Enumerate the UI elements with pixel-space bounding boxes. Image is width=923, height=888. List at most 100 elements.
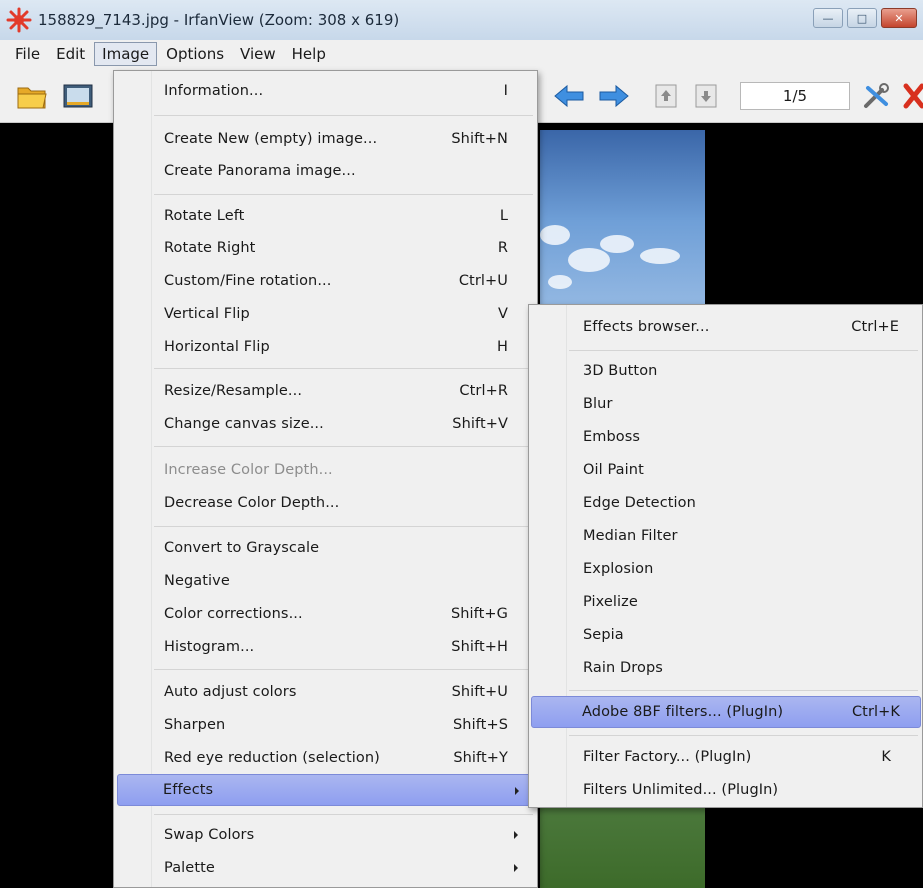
menu-item-create-panorama[interactable]: Create Panorama image...: [116, 155, 536, 187]
menu-item-pixelize[interactable]: Pixelize: [531, 586, 921, 618]
menu-item-sharpen[interactable]: Sharpen Shift+S: [116, 709, 536, 741]
menu-item-label: Change canvas size...: [164, 416, 324, 432]
menu-item-custom-rotation[interactable]: Custom/Fine rotation... Ctrl+U: [116, 265, 536, 297]
menu-item-label: Emboss: [583, 429, 641, 445]
menu-item-emboss[interactable]: Emboss: [531, 421, 921, 453]
page-indicator-field[interactable]: 1/5: [740, 82, 850, 110]
open-folder-icon[interactable]: [16, 82, 47, 110]
menu-item-label: Explosion: [583, 561, 654, 577]
menu-item-shortcut: K: [881, 749, 891, 765]
effects-submenu: Effects browser... Ctrl+E 3D Button Blur…: [528, 304, 923, 808]
menu-item-rotate-left[interactable]: Rotate Left L: [116, 200, 536, 232]
menu-item-label: Edge Detection: [583, 495, 696, 511]
menu-item-effects-browser[interactable]: Effects browser... Ctrl+E: [531, 311, 921, 343]
menu-item-effects[interactable]: Effects: [117, 774, 534, 806]
menu-item-information[interactable]: Information... I: [116, 75, 536, 107]
menu-item-oil-paint[interactable]: Oil Paint: [531, 454, 921, 486]
exit-icon[interactable]: [902, 82, 923, 110]
menu-item-rotate-right[interactable]: Rotate Right R: [116, 232, 536, 264]
menu-item-label: Palette: [164, 860, 215, 876]
menu-item-swap-colors[interactable]: Swap Colors: [116, 819, 536, 851]
menu-item-label: Pixelize: [583, 594, 638, 610]
menu-item-label: Custom/Fine rotation...: [164, 273, 332, 289]
menu-item-convert-grayscale[interactable]: Convert to Grayscale: [116, 532, 536, 564]
menu-item-filter-factory[interactable]: Filter Factory... (PlugIn) K: [531, 741, 921, 773]
menu-item-negative[interactable]: Negative: [116, 565, 536, 597]
menu-item-resize-resample[interactable]: Resize/Resample... Ctrl+R: [116, 375, 536, 407]
close-button[interactable]: ✕: [881, 8, 917, 28]
menu-item-shortcut: Ctrl+U: [458, 273, 508, 289]
menu-item-label: Filter Factory... (PlugIn): [583, 749, 752, 765]
menu-item-label: Resize/Resample...: [164, 383, 303, 399]
menu-item-label: Median Filter: [583, 528, 678, 544]
menu-separator: [154, 446, 533, 447]
menu-item-shortcut: L: [499, 208, 508, 224]
menu-item-filters-unlimited[interactable]: Filters Unlimited... (PlugIn): [531, 774, 921, 806]
menu-separator: [154, 194, 533, 195]
menu-item-palette[interactable]: Palette: [116, 852, 536, 884]
menu-item-blur[interactable]: Blur: [531, 388, 921, 420]
menu-help[interactable]: Help: [285, 43, 333, 65]
arrow-left-icon[interactable]: [553, 82, 584, 110]
menu-item-adobe-8bf-filters[interactable]: Adobe 8BF filters... (PlugIn) Ctrl+K: [531, 696, 921, 728]
menu-item-color-corrections[interactable]: Color corrections... Shift+G: [116, 598, 536, 630]
menu-item-label: Sharpen: [164, 717, 226, 733]
menu-separator: [569, 350, 918, 351]
menu-item-label: Effects browser...: [583, 319, 710, 335]
menu-item-decrease-color-depth[interactable]: Decrease Color Depth...: [116, 487, 536, 519]
menu-item-vertical-flip[interactable]: Vertical Flip V: [116, 298, 536, 330]
menu-item-shortcut: H: [496, 339, 508, 355]
arrow-right-icon[interactable]: [598, 82, 629, 110]
menu-item-label: Effects: [163, 782, 214, 798]
menu-image[interactable]: Image: [94, 42, 158, 66]
menu-item-shortcut: R: [497, 240, 508, 256]
settings-icon[interactable]: [862, 82, 892, 110]
submenu-arrow-icon: [514, 864, 518, 872]
menu-separator: [569, 690, 918, 691]
minimize-button[interactable]: —: [813, 8, 843, 28]
menu-item-label: Auto adjust colors: [164, 684, 297, 700]
menu-item-label: Vertical Flip: [164, 306, 250, 322]
menu-item-label: Increase Color Depth...: [164, 462, 333, 478]
menu-item-label: Rotate Left: [164, 208, 245, 224]
menu-item-3d-button[interactable]: 3D Button: [531, 355, 921, 387]
menu-item-label: Adobe 8BF filters... (PlugIn): [582, 704, 784, 720]
menu-item-red-eye-reduction[interactable]: Red eye reduction (selection) Shift+Y: [116, 742, 536, 774]
menu-separator: [154, 526, 533, 527]
menu-item-label: Rain Drops: [583, 660, 663, 676]
menu-item-edge-detection[interactable]: Edge Detection: [531, 487, 921, 519]
menu-item-auto-adjust-colors[interactable]: Auto adjust colors Shift+U: [116, 676, 536, 708]
window-controls: — □ ✕: [813, 8, 917, 28]
menu-item-sepia[interactable]: Sepia: [531, 619, 921, 651]
menu-options[interactable]: Options: [159, 43, 231, 65]
menu-file[interactable]: File: [8, 43, 47, 65]
menu-item-explosion[interactable]: Explosion: [531, 553, 921, 585]
first-page-icon[interactable]: [652, 82, 682, 110]
last-page-icon[interactable]: [692, 82, 722, 110]
menu-bar: File Edit Image Options View Help: [0, 40, 923, 68]
menu-item-label: Create New (empty) image...: [164, 131, 378, 147]
menu-item-label: Decrease Color Depth...: [164, 495, 340, 511]
menu-item-change-canvas-size[interactable]: Change canvas size... Shift+V: [116, 408, 536, 440]
menu-item-shortcut: Shift+G: [450, 606, 508, 622]
menu-item-median-filter[interactable]: Median Filter: [531, 520, 921, 552]
menu-separator: [569, 735, 918, 736]
menu-item-shortcut: Shift+N: [451, 131, 508, 147]
menu-item-label: Blur: [583, 396, 613, 412]
maximize-button[interactable]: □: [847, 8, 877, 28]
menu-item-rain-drops[interactable]: Rain Drops: [531, 652, 921, 684]
menu-item-shortcut: Ctrl+R: [459, 383, 508, 399]
menu-separator: [154, 368, 533, 369]
menu-edit[interactable]: Edit: [49, 43, 92, 65]
menu-view[interactable]: View: [233, 43, 283, 65]
menu-item-horizontal-flip[interactable]: Horizontal Flip H: [116, 331, 536, 363]
menu-item-create-new-image[interactable]: Create New (empty) image... Shift+N: [116, 123, 536, 155]
irfanview-app-icon[interactable]: [6, 7, 32, 33]
slideshow-icon[interactable]: [62, 82, 93, 110]
menu-item-label: Information...: [164, 83, 264, 99]
menu-item-shortcut: Shift+V: [452, 416, 508, 432]
menu-item-label: Swap Colors: [164, 827, 255, 843]
menu-item-histogram[interactable]: Histogram... Shift+H: [116, 631, 536, 663]
menu-item-shortcut: Shift+Y: [453, 750, 508, 766]
menu-item-shortcut: Shift+S: [452, 717, 508, 733]
